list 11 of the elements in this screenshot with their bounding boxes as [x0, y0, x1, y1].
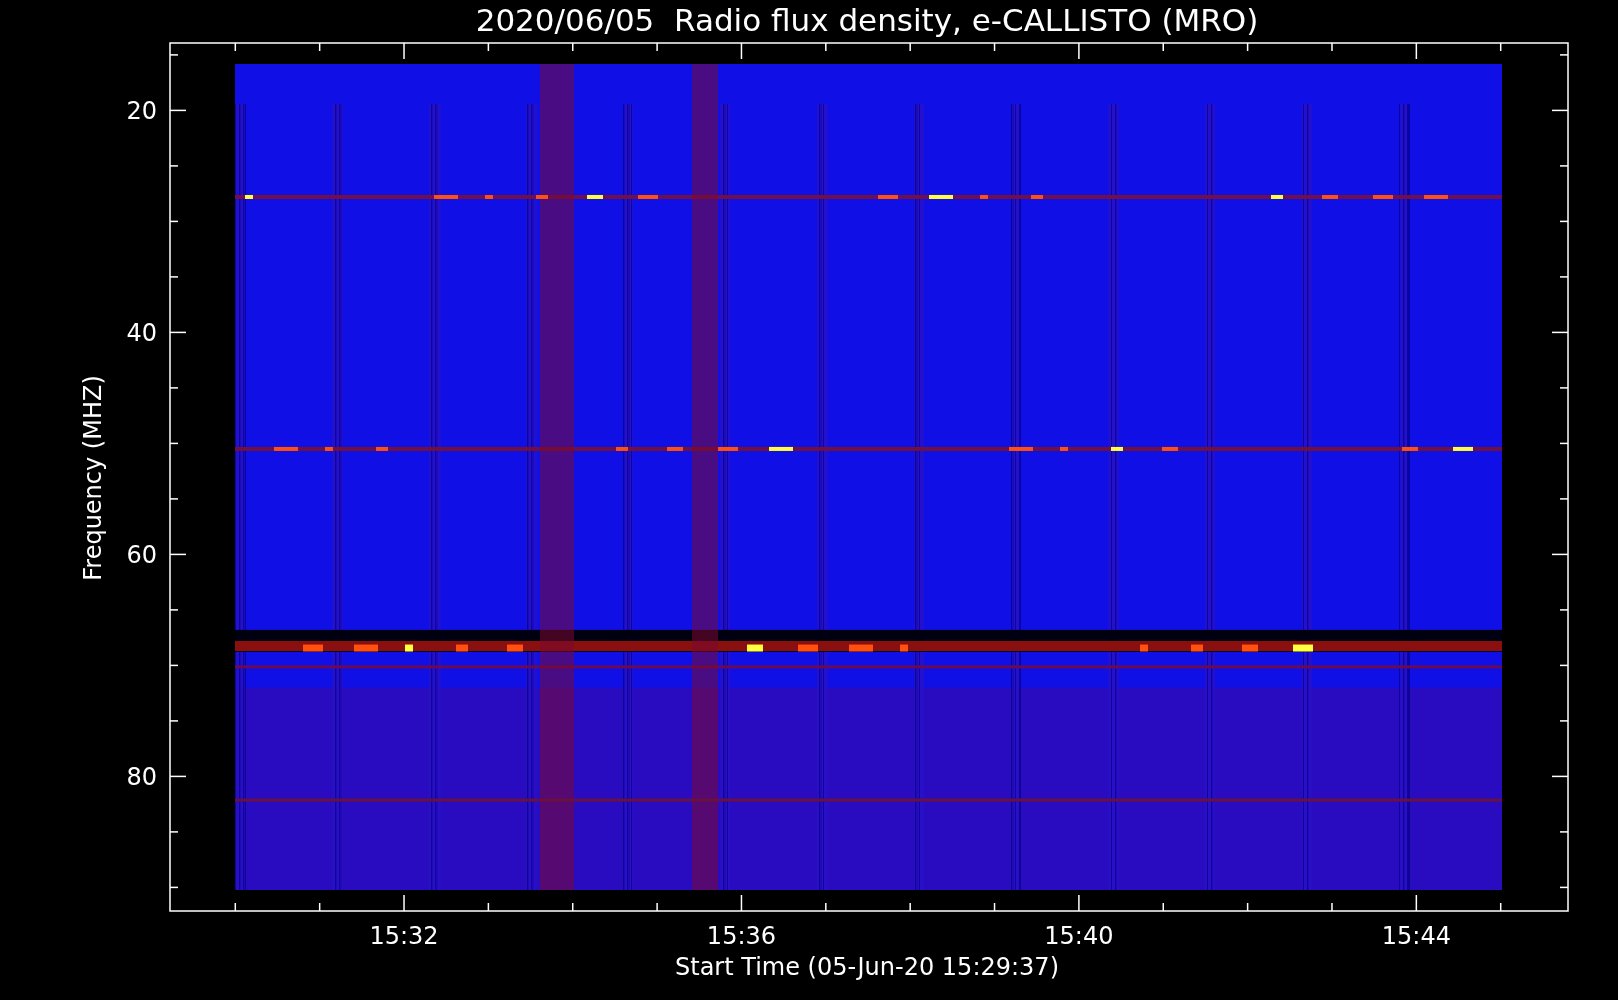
x-tick-label: 15:44 [1381, 922, 1451, 950]
x-axis-title: Start Time (05-Jun-20 15:29:37) [675, 953, 1059, 981]
y-tick-label: 60 [126, 541, 157, 570]
y-axis-title: Frequency (MHZ) [79, 375, 107, 581]
y-tick-label: 20 [126, 97, 157, 126]
y-tick-label: 40 [126, 319, 157, 348]
x-tick-label: 15:32 [369, 922, 439, 950]
x-tick-label: 15:36 [706, 922, 777, 950]
x-tick-label: 15:40 [1044, 922, 1114, 950]
chart-title: 2020/06/05 Radio flux density, e-CALLISTO (MRO) [475, 2, 1259, 38]
y-tick-label: 80 [126, 763, 157, 792]
